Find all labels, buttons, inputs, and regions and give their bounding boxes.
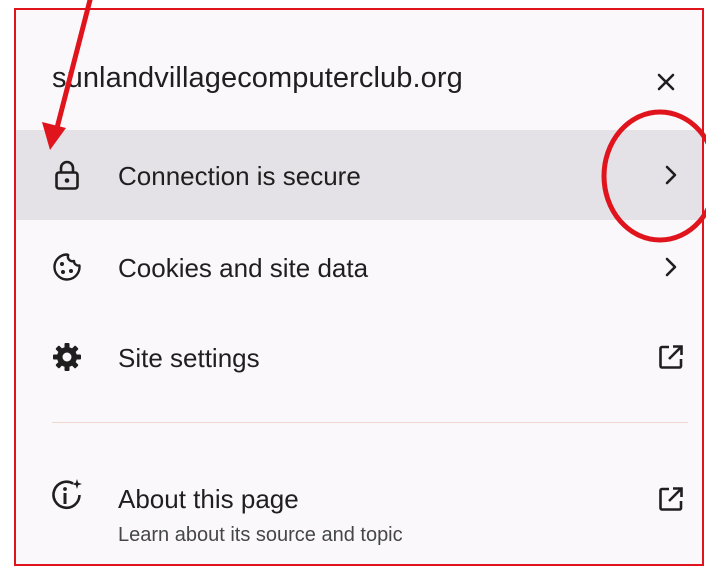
popup-header: sunlandvillagecomputerclub.org bbox=[16, 10, 702, 130]
cookies-site-data-label: Cookies and site data bbox=[118, 253, 369, 283]
chevron-right-icon bbox=[654, 158, 688, 192]
chevron-right-icon bbox=[654, 250, 688, 284]
site-domain: sunlandvillagecomputerclub.org bbox=[52, 62, 463, 94]
close-icon bbox=[657, 73, 675, 91]
cookie-icon bbox=[50, 250, 84, 284]
connection-secure-label: Connection is secure bbox=[118, 161, 361, 191]
connection-secure-row[interactable]: Connection is secure bbox=[16, 130, 702, 220]
site-settings-row[interactable]: Site settings bbox=[16, 312, 702, 402]
info-sparkle-icon bbox=[50, 478, 84, 512]
open-external-icon bbox=[654, 482, 688, 516]
lock-icon bbox=[50, 158, 84, 192]
close-button[interactable] bbox=[644, 60, 688, 104]
gear-icon bbox=[50, 340, 84, 374]
menu-divider bbox=[52, 422, 688, 423]
about-this-page-sublabel: Learn about its source and topic bbox=[118, 524, 403, 546]
site-info-popup: sunlandvillagecomputerclub.org Connectio… bbox=[14, 8, 704, 566]
about-this-page-label: About this page bbox=[118, 484, 299, 514]
open-external-icon bbox=[654, 340, 688, 374]
cookies-site-data-row[interactable]: Cookies and site data bbox=[16, 222, 702, 312]
about-this-page-row[interactable]: About this page Learn about its source a… bbox=[16, 442, 702, 552]
site-settings-label: Site settings bbox=[118, 343, 260, 373]
